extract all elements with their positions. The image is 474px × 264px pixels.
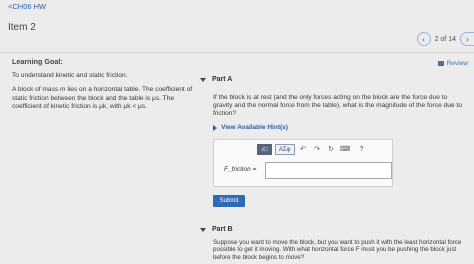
part-b-label: Part B — [212, 226, 233, 233]
collapse-icon — [200, 78, 206, 82]
parts-panel: Part A If the block is at rest (and the … — [200, 76, 466, 261]
expand-icon — [213, 125, 217, 131]
learning-goal-title: Learning Goal: — [12, 57, 63, 66]
view-hints-link[interactable]: View Available Hint(s) — [213, 124, 466, 132]
part-a-label: Part A — [212, 76, 233, 83]
back-link[interactable]: <CH06 HW — [8, 2, 46, 11]
part-a-header[interactable]: Part A — [200, 76, 466, 84]
reset-icon[interactable]: ↻ — [326, 146, 337, 154]
pager-count: 2 of 14 — [434, 35, 456, 43]
part-b-question: Suppose you want to move the block, but … — [213, 239, 462, 261]
equation-label-text: F_friction = — [224, 166, 257, 173]
top-nav: <CH06 HW — [0, 0, 474, 16]
submit-button[interactable]: Submit — [213, 195, 245, 207]
equation-label: F_friction = — [224, 166, 256, 174]
pager: ‹ 2 of 14 › — [416, 30, 474, 48]
problem-description: A block of mass m lies on a horizontal t… — [12, 86, 193, 110]
hints-label: View Available Hint(s) — [221, 124, 288, 131]
part-b-header[interactable]: Part B — [200, 226, 466, 234]
learning-goal-text: To understand kinetic and static frictio… — [12, 72, 128, 80]
help-icon[interactable]: ? — [360, 146, 364, 154]
collapse-icon — [200, 228, 206, 232]
math-toolbar: √□ ΑΣφ ↶ ↷ ↻ ⌨ ? — [257, 144, 363, 155]
chevron-right-icon[interactable]: › — [460, 32, 474, 46]
part-a-question: If the block is at rest (and the only fo… — [213, 94, 462, 117]
review-link[interactable]: Review — [437, 60, 468, 67]
keyboard-icon[interactable]: ⌨ — [340, 146, 351, 154]
greek-button[interactable]: ΑΣφ — [274, 144, 295, 155]
template-button[interactable]: √□ — [257, 144, 272, 155]
answer-box: √□ ΑΣφ ↶ ↷ ↻ ⌨ ? F_friction = — [213, 139, 393, 187]
chevron-left-icon[interactable]: ‹ — [416, 32, 431, 46]
review-label: Review — [446, 60, 468, 67]
review-icon — [437, 61, 444, 66]
redo-icon[interactable]: ↷ — [312, 146, 323, 154]
item-title: Item 2 — [8, 22, 36, 33]
answer-input[interactable] — [265, 162, 392, 179]
header-divider — [0, 52, 474, 53]
learning-goal-panel: Learning Goal: To understand kinetic and… — [12, 57, 197, 117]
undo-icon[interactable]: ↶ — [298, 146, 309, 154]
